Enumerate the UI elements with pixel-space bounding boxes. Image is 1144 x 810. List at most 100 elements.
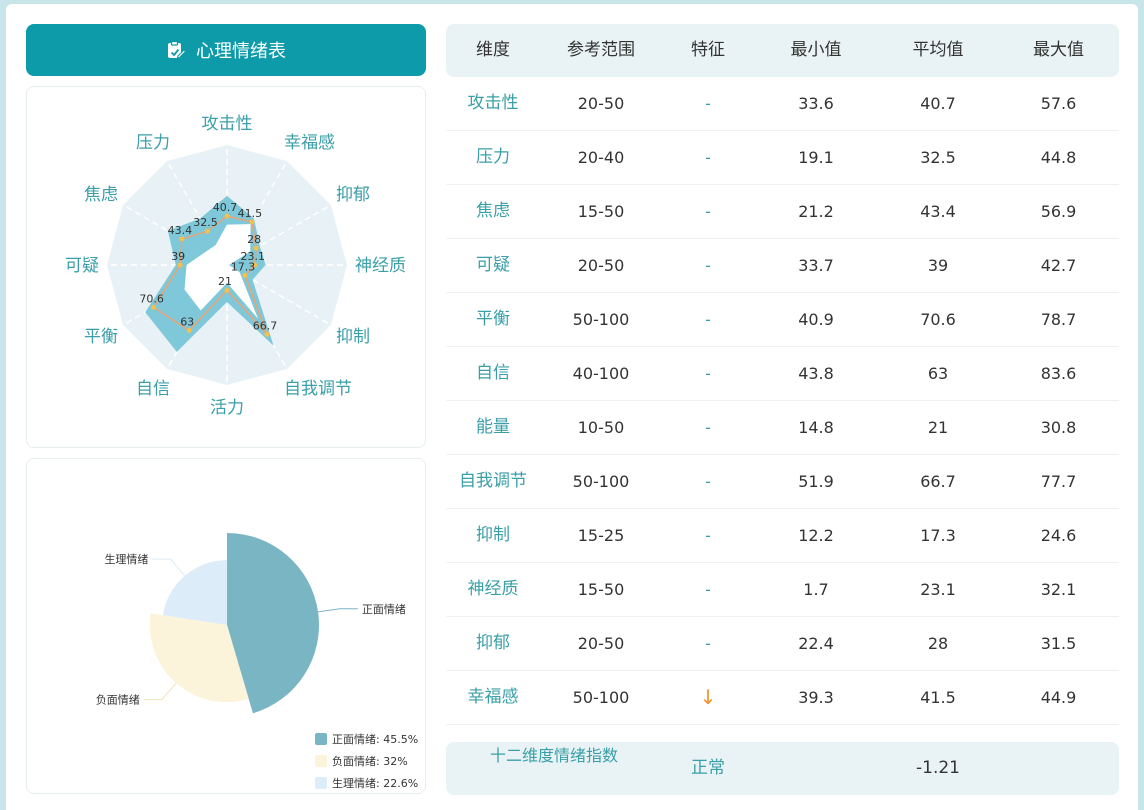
row-max: 24.6 (1040, 526, 1077, 545)
row-dimension: 幸福感 (467, 687, 519, 707)
radar-indicator-label: 神经质 (355, 256, 406, 276)
row-avg: 40.7 (920, 94, 956, 113)
row-max: 83.6 (1040, 364, 1077, 383)
header-dimension: 维度 (476, 40, 510, 60)
row-avg: 21 (927, 418, 949, 437)
row-avg: 28 (927, 634, 949, 653)
radar-chart-card: 40.7 41.5 28 23.1 17.3 66.7 21 63 70.6 39 43.4 32.5… (26, 86, 426, 448)
row-feature: - (705, 202, 711, 221)
row-dimension: 自我调节 (459, 471, 527, 491)
legend-label: 生理情绪: 22.6% (332, 776, 418, 790)
row-feature: - (705, 256, 711, 275)
row-dimension: 压力 (476, 147, 510, 167)
row-dimension: 抑郁 (476, 633, 510, 653)
edit-clipboard-icon (166, 40, 186, 60)
legend-swatch (315, 755, 327, 767)
row-avg: 32.5 (920, 148, 956, 167)
row-min: 14.8 (798, 418, 834, 437)
radar-indicator-label: 自信 (136, 379, 170, 399)
radar-value-label: 43.4 (168, 224, 193, 237)
radar-value-label: 28 (247, 233, 261, 246)
row-min: 51.9 (798, 472, 834, 491)
row-range: 20-50 (577, 634, 625, 653)
row-range: 20-50 (577, 94, 625, 113)
row-dimension: 可疑 (476, 255, 510, 275)
row-max: 77.7 (1040, 472, 1077, 491)
row-min: 12.2 (798, 526, 834, 545)
page: 心理情绪表 40.7 41.5 28 23.1 17.3 66.7 21 63 70.6 39 43… (6, 4, 1138, 810)
table-row: 神经质 15-50 - 1.7 23.1 32.1 (446, 563, 1119, 617)
row-feature: - (705, 526, 711, 545)
pie-slice-label: 负面情绪 (96, 693, 140, 707)
radar-indicator-label: 幸福感 (284, 133, 335, 153)
radar-indicator-label: 压力 (136, 133, 170, 153)
header-range: 参考范围 (567, 40, 635, 60)
row-min: 33.7 (798, 256, 834, 275)
radar-average-point (224, 287, 230, 293)
radar-value-label: 63 (180, 315, 194, 328)
pie-label-line (152, 558, 186, 577)
legend-label: 负面情绪: 32% (332, 754, 408, 768)
row-dimension: 平衡 (476, 309, 510, 329)
radar-chart: 40.7 41.52823.117.366.7216370.63943.432.5… (65, 114, 406, 418)
row-feature: - (705, 418, 711, 437)
row-dimension: 自信 (476, 363, 510, 383)
radar-average-point (151, 304, 157, 310)
radar-average-point (179, 236, 185, 242)
row-range: 15-50 (577, 580, 625, 599)
pie-label-line (143, 682, 177, 701)
row-max: 44.9 (1040, 688, 1077, 707)
table-row: 平衡 50-100 - 40.9 70.6 78.7 (446, 293, 1119, 347)
radar-value-label: 41.5 (238, 207, 263, 220)
table-row: 可疑 20-50 - 33.7 39 42.7 (446, 239, 1119, 293)
summary-value: -1.21 (916, 758, 960, 778)
table-row: 自我调节 50-100 - 51.9 66.7 77.7 (446, 455, 1119, 509)
row-avg: 17.3 (920, 526, 956, 545)
row-avg: 66.7 (920, 472, 956, 491)
row-max: 57.6 (1040, 94, 1077, 113)
header-avg: 平均值 (912, 40, 964, 60)
radar-indicator-label: 自我调节 (284, 379, 352, 399)
row-range: 50-100 (572, 472, 630, 491)
radar-indicator-label: 焦虑 (84, 185, 118, 205)
row-range: 20-50 (577, 256, 625, 275)
radar-value-label: 70.6 (139, 292, 164, 305)
table-header: 维度 参考范围 特征 最小值 平均值 最大值 (446, 24, 1119, 77)
header-min: 最小值 (790, 40, 842, 60)
radar-value-label: 40.7 (213, 201, 238, 214)
radar-average-point (186, 327, 192, 333)
row-feature: - (705, 580, 711, 599)
row-min: 33.6 (798, 94, 834, 113)
row-feature: - (705, 94, 711, 113)
mood-table-title-button[interactable]: 心理情绪表 (26, 24, 426, 76)
pie-slice (162, 560, 227, 625)
table-row: 抑郁 20-50 - 22.4 28 31.5 (446, 617, 1119, 671)
row-min: 22.4 (798, 634, 834, 653)
radar-average-point (224, 213, 230, 219)
row-max: 30.8 (1040, 418, 1077, 437)
row-feature: - (705, 310, 711, 329)
table-row: 焦虑 15-50 - 21.2 43.4 56.9 (446, 185, 1119, 239)
legend-label: 正面情绪: 45.5% (332, 732, 418, 746)
row-avg: 41.5 (920, 688, 956, 707)
header-max: 最大值 (1033, 40, 1084, 60)
radar-indicator-label: 平衡 (84, 327, 118, 347)
page-title: 心理情绪表 (196, 41, 286, 62)
radar-value-label: 32.5 (193, 216, 218, 229)
row-max: 78.7 (1040, 310, 1077, 329)
summary-row: 十二维度情绪指数 正常 -1.21 (446, 742, 1119, 795)
pie-chart-card: 正面情绪 负面情绪 生理情绪 正面情绪: 45.5% 负面情绪: 32% 生理情绪: 22… (26, 458, 426, 794)
radar-indicator-label: 可疑 (65, 256, 99, 276)
table-row: 抑制 15-25 - 12.2 17.3 24.6 (446, 509, 1119, 563)
legend-swatch (315, 777, 327, 789)
legend-swatch (315, 733, 327, 745)
row-feature: - (705, 634, 711, 653)
radar-average-point (264, 331, 270, 337)
radar-value-label: 17.3 (231, 260, 256, 273)
row-max: 44.8 (1040, 148, 1077, 167)
radar-indicator-label: 抑郁 (336, 185, 370, 205)
row-range: 40-100 (572, 364, 630, 383)
row-range: 10-50 (577, 418, 625, 437)
table-row: 幸福感 50-100 ↓ 39.3 41.5 44.9 (446, 671, 1119, 725)
row-avg: 70.6 (920, 310, 956, 329)
